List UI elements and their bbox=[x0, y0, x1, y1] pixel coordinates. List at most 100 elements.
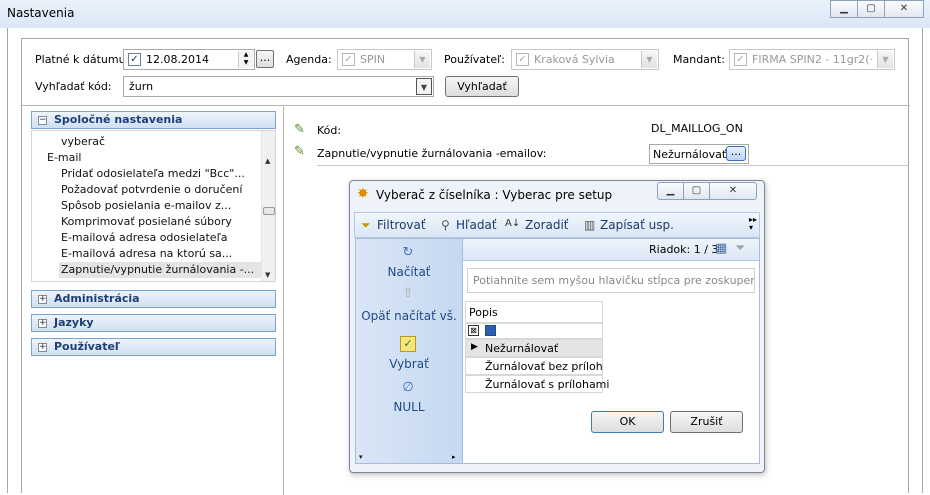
dialog-titlebar: ✸ Vyberač z číselníka : Vyberac pre setu… bbox=[350, 181, 764, 209]
row-counter: Riadok: 1 / 3 bbox=[649, 243, 719, 256]
user-checkbox[interactable]: ✓ bbox=[516, 53, 529, 66]
grid-rows: ▶ Nežurnálovať Žurnálovať bez príloh Žur… bbox=[465, 339, 609, 394]
chevron-down-icon[interactable]: ▼ bbox=[414, 51, 430, 68]
maximize-button[interactable]: ▢ bbox=[857, 0, 885, 18]
agenda-value: SPIN bbox=[360, 53, 386, 66]
filter-button[interactable]: Filtrovať bbox=[377, 218, 426, 232]
cancel-label: Zrušiť bbox=[690, 415, 723, 428]
tree-item[interactable]: Požadovať potvrdenie o doručení bbox=[61, 183, 242, 196]
overflow-chevron-icon[interactable]: ▸▸ ▾ bbox=[749, 216, 757, 232]
group-by-area[interactable]: Potiahnite sem myšou hlavičku stĺpca pre… bbox=[467, 268, 755, 293]
cancel-button[interactable]: Zrušiť bbox=[670, 411, 743, 433]
mandant-checkbox[interactable]: ✓ bbox=[734, 53, 747, 66]
dialog-close-button[interactable]: ✕ bbox=[709, 182, 757, 200]
group-common-settings[interactable]: − Spoločné nastavenia bbox=[31, 111, 276, 129]
scroll-down-icon[interactable]: ▼ bbox=[265, 271, 270, 279]
filter-icon: ⏷ bbox=[361, 218, 371, 232]
setting-value: Nežurnálovať bbox=[653, 148, 727, 161]
dialog-toolbar: ⏷ Filtrovať ⚲ Hľadať A↓ Zoradiť ▥ Zapísa… bbox=[354, 212, 760, 238]
scroll-down-icon[interactable]: ▾ bbox=[359, 453, 363, 461]
chevron-down-icon[interactable]: ▼ bbox=[877, 51, 893, 68]
code-label: Kód: bbox=[317, 124, 342, 137]
search-button[interactable]: Vyhľadať bbox=[445, 76, 519, 97]
search-code-label: Vyhľadať kód: bbox=[35, 80, 112, 93]
window-title: Nastavenia bbox=[7, 6, 75, 20]
close-icon: ✕ bbox=[899, 3, 909, 14]
search-button-label: Vyhľadať bbox=[457, 80, 507, 93]
date-spinner-icon[interactable]: ▲ ▼ bbox=[238, 51, 253, 68]
dialog-side-panel: ↻ Načítať ⇧ Opäť načítať vš. ✓ Vybrať ∅ … bbox=[355, 238, 463, 464]
mandant-label: Mandant: bbox=[673, 53, 725, 66]
chevron-down-icon[interactable]: ▼ bbox=[416, 78, 432, 95]
collapse-icon[interactable]: − bbox=[38, 116, 47, 125]
tree-item[interactable]: Komprimovať posielané súbory bbox=[61, 215, 232, 228]
table-row[interactable]: ▶ Nežurnálovať bbox=[465, 339, 603, 357]
dialog-minimize-button[interactable]: ▁ bbox=[657, 182, 684, 200]
close-button[interactable]: ✕ bbox=[884, 0, 924, 18]
reload-all-button[interactable]: Opäť načítať vš. bbox=[356, 309, 462, 323]
grid-column-header[interactable]: Popis bbox=[465, 301, 603, 323]
filter-icon[interactable]: ⏷ bbox=[735, 241, 745, 256]
columns-icon[interactable]: ▦ bbox=[715, 241, 727, 256]
valid-date-checkbox[interactable]: ✓ bbox=[128, 53, 141, 66]
grid-header-bar: Riadok: 1 / 3 ▦ ⏷ bbox=[463, 239, 759, 261]
tree-item[interactable]: Spôsob posielania e-mailov z... bbox=[61, 199, 231, 212]
tree-item[interactable]: vyberač bbox=[61, 135, 105, 148]
chevron-down-icon[interactable]: ▼ bbox=[641, 51, 657, 68]
tree-item-label: Zapnutie/vypnutie žurnálovania -... bbox=[61, 263, 255, 276]
minimize-icon: ▁ bbox=[666, 185, 675, 196]
tree-item-selected[interactable]: Zapnutie/vypnutie žurnálovania -... bbox=[59, 262, 261, 278]
maximize-icon: ▢ bbox=[691, 185, 702, 196]
group-user[interactable]: + Používateľ bbox=[31, 338, 276, 356]
search-code-input[interactable]: žurn ▼ bbox=[123, 76, 434, 97]
search-toolbar-button[interactable]: Hľadať bbox=[456, 218, 497, 232]
tree-scrollbar[interactable]: ▲ ▼ bbox=[261, 131, 275, 281]
reload-icon: ⇧ bbox=[402, 286, 414, 301]
expand-icon[interactable]: + bbox=[38, 295, 47, 304]
setting-picker-button[interactable]: ... bbox=[726, 146, 746, 161]
minimize-icon: ▁ bbox=[840, 3, 848, 14]
null-button[interactable]: NULL bbox=[356, 400, 462, 414]
filter-row-icon[interactable]: ⊠ bbox=[468, 325, 479, 336]
tree-item[interactable]: Pridať odosielateľa medzi "Bcc"... bbox=[61, 167, 245, 180]
filter-value-icon[interactable] bbox=[485, 325, 496, 336]
dialog-maximize-button[interactable]: ▢ bbox=[683, 182, 710, 200]
date-picker-button[interactable]: ... bbox=[256, 50, 274, 68]
load-button[interactable]: Načítať bbox=[356, 265, 462, 279]
group-languages[interactable]: + Jazyky bbox=[31, 314, 276, 332]
expand-icon[interactable]: + bbox=[38, 343, 47, 352]
save-layout-button[interactable]: Zapísať usp. bbox=[600, 218, 674, 232]
agenda-select[interactable]: ✓ SPIN ▼ bbox=[337, 49, 432, 70]
valid-date-value: 12.08.2014 bbox=[146, 53, 209, 66]
setting-picker-label: ... bbox=[730, 145, 742, 158]
collapse-panel-icon[interactable]: ▸ bbox=[452, 453, 456, 461]
current-row-icon: ▶ bbox=[471, 342, 478, 352]
setting-value-field[interactable]: Nežurnálovať ... bbox=[649, 144, 749, 164]
ok-button[interactable]: OK bbox=[591, 411, 664, 433]
user-select[interactable]: ✓ Kraková Sylvia ▼ bbox=[511, 49, 659, 70]
maximize-icon: ▢ bbox=[866, 3, 876, 14]
agenda-checkbox[interactable]: ✓ bbox=[342, 53, 355, 66]
minimize-button[interactable]: ▁ bbox=[830, 0, 858, 18]
grid-filter-row[interactable]: ⊠ bbox=[465, 323, 603, 339]
scroll-thumb[interactable] bbox=[263, 207, 275, 215]
scroll-up-icon[interactable]: ▲ bbox=[265, 157, 270, 165]
select-button[interactable]: Vybrať bbox=[356, 357, 462, 371]
selector-dialog: ✸ Vyberač z číselníka : Vyberac pre setu… bbox=[349, 180, 765, 473]
tree-item[interactable]: E-mailová adresa na ktorú sa... bbox=[61, 247, 232, 260]
null-icon: ∅ bbox=[402, 380, 414, 395]
table-row[interactable]: Žurnálovať bez príloh bbox=[465, 357, 603, 375]
agenda-label: Agenda: bbox=[286, 53, 332, 66]
group-administration[interactable]: + Administrácia bbox=[31, 290, 276, 308]
table-row[interactable]: Žurnálovať s prílohami bbox=[465, 375, 609, 393]
tree-item[interactable]: E-mail bbox=[47, 151, 82, 164]
tree-item[interactable]: E-mailová adresa odosielateľa bbox=[61, 231, 227, 244]
detail-divider bbox=[317, 165, 909, 166]
mandant-select[interactable]: ✓ FIRMA SPIN2 - 11gr2(+-" ▼ bbox=[729, 49, 895, 70]
sort-button[interactable]: Zoradiť bbox=[525, 218, 569, 232]
valid-date-field[interactable]: ✓ 12.08.2014 ▲ ▼ bbox=[123, 49, 255, 70]
dialog-title: Vyberač z číselníka : Vyberac pre setup bbox=[376, 188, 613, 202]
pencil-icon: ✎ bbox=[294, 144, 305, 159]
group-by-hint: Potiahnite sem myšou hlavičku stĺpca pre… bbox=[473, 274, 755, 287]
expand-icon[interactable]: + bbox=[38, 319, 47, 328]
